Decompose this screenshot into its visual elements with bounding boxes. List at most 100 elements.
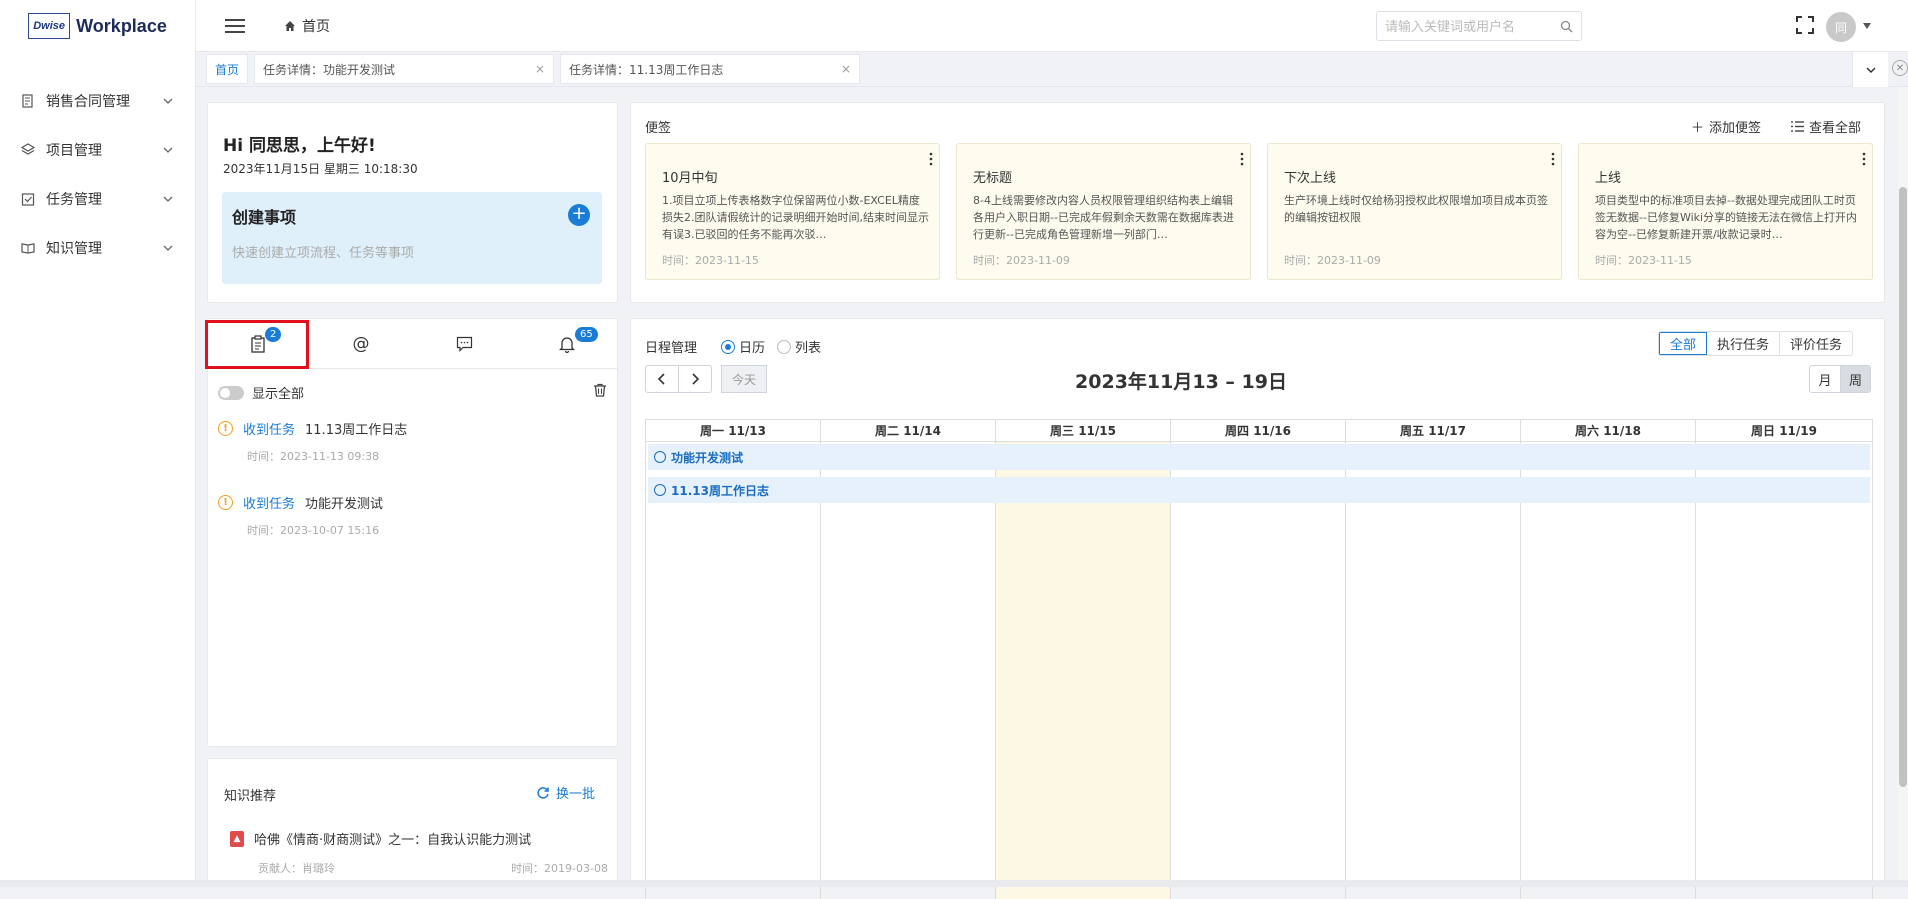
show-all-toggle[interactable] xyxy=(218,385,244,400)
tab-task-feature-test[interactable]: 任务详情：功能开发测试 × xyxy=(254,54,555,84)
day-column[interactable] xyxy=(646,442,821,899)
tab-home[interactable]: 首页 xyxy=(206,54,249,84)
filter-execute-tasks[interactable]: 执行任务 xyxy=(1707,332,1781,355)
caret-down-icon[interactable] xyxy=(1862,22,1872,30)
breadcrumb-label: 首页 xyxy=(302,18,330,35)
message-time: 时间：2023-10-07 15:16 xyxy=(247,524,380,537)
scrollbar-thumb[interactable] xyxy=(1899,187,1907,787)
bottom-edge xyxy=(0,880,1908,887)
sidebar-item-label: 知识管理 xyxy=(46,240,102,257)
day-header: 周日 11/19 xyxy=(1696,420,1872,442)
range-week-button[interactable]: 周 xyxy=(1840,366,1870,392)
search-box[interactable] xyxy=(1376,11,1582,41)
today-button[interactable]: 今天 xyxy=(721,365,767,393)
day-header: 周五 11/17 xyxy=(1346,420,1521,442)
filter-all[interactable]: 全部 xyxy=(1659,332,1708,355)
warning-icon: ! xyxy=(218,421,233,436)
message-type-link[interactable]: 收到任务 xyxy=(243,419,295,438)
sidebar-item-task[interactable]: 任务管理 xyxy=(0,174,195,223)
note-time: 时间：2023-11-09 xyxy=(973,254,1070,267)
breadcrumb[interactable]: 首页 xyxy=(284,16,330,36)
tab-label: 首页 xyxy=(215,62,240,77)
greeting-date: 2023年11月15日 星期三 10:18:30 xyxy=(223,162,418,176)
tab-task-weekly-log[interactable]: 任务详情：11.13周工作日志 × xyxy=(560,54,861,84)
more-vertical-icon[interactable] xyxy=(1551,152,1555,166)
sidebar-item-sales-contract[interactable]: 销售合同管理 xyxy=(0,76,195,125)
chevron-down-icon xyxy=(163,196,173,202)
app-logo[interactable]: Dwise Workplace xyxy=(0,0,195,52)
knowledge-heading: 知识推荐 xyxy=(224,789,277,804)
filter-evaluate-tasks[interactable]: 评价任务 xyxy=(1780,332,1852,355)
sidebar-item-label: 项目管理 xyxy=(46,142,102,159)
radio-unselected-icon xyxy=(777,339,791,354)
day-column-today[interactable] xyxy=(996,442,1171,899)
add-note-button[interactable]: ＋ 添加便签 xyxy=(1691,117,1761,136)
view-all-label: 查看全部 xyxy=(1809,121,1862,136)
knowledge-item[interactable]: ▲ 哈佛《情商·财商测试》之一：自我认识能力测试 xyxy=(230,829,531,848)
day-column[interactable] xyxy=(1521,442,1696,899)
day-header: 周四 11/16 xyxy=(1171,420,1346,442)
close-icon[interactable]: × xyxy=(535,62,545,76)
radio-label: 列表 xyxy=(795,341,822,356)
day-header: 周二 11/14 xyxy=(821,420,996,442)
fullscreen-icon[interactable] xyxy=(1796,16,1814,34)
range-month-button[interactable]: 月 xyxy=(1810,366,1840,392)
schedule-card: 日程管理 日历 列表 全部 执行任务 评价任务 今天 2023年11月13 – … xyxy=(630,318,1885,899)
create-item-panel[interactable]: 创建事项 快速创建立项流程、任务等事项 + xyxy=(222,192,602,284)
calendar-event[interactable]: 功能开发测试 xyxy=(648,444,1870,470)
greeting-card: Hi 同思思，上午好! 2023年11月15日 星期三 10:18:30 创建事… xyxy=(207,102,618,303)
page-scrollbar[interactable] xyxy=(1898,87,1908,887)
highlight-box xyxy=(205,320,309,369)
note-card[interactable]: 10月中旬 1.项目立项上传表格数字位保留两位小数-EXCEL精度损失2.团队请… xyxy=(645,143,940,280)
note-body: 8-4上线需要修改内容人员权限管理组织结构表上编辑各用户入职日期--已完成年假剩… xyxy=(973,194,1234,241)
more-vertical-icon[interactable] xyxy=(1862,152,1866,166)
add-item-button[interactable]: + xyxy=(568,204,590,226)
note-body: 生产环境上线时仅给杨羽授权此权限增加项目成本页签的编辑按钮权限 xyxy=(1284,194,1548,224)
day-column[interactable] xyxy=(1696,442,1872,899)
greeting-title: Hi 同思思，上午好! xyxy=(223,136,376,156)
create-item-title: 创建事项 xyxy=(232,208,297,227)
message-type-link[interactable]: 收到任务 xyxy=(243,493,295,512)
day-column[interactable] xyxy=(1346,442,1521,899)
close-all-tabs-icon[interactable]: ✕ xyxy=(1892,60,1908,76)
more-vertical-icon[interactable] xyxy=(1240,152,1244,166)
search-icon[interactable] xyxy=(1560,20,1573,33)
tabs-dropdown[interactable] xyxy=(1852,52,1888,87)
radio-label: 日历 xyxy=(739,341,766,356)
sidebar-item-project[interactable]: 项目管理 xyxy=(0,125,195,174)
note-card[interactable]: 下次上线 生产环境上线时仅给杨羽授权此权限增加项目成本页签的编辑按钮权限 时间：… xyxy=(1267,143,1562,280)
trash-icon[interactable] xyxy=(593,383,607,397)
list-item[interactable]: ! 收到任务 11.13周工作日志 时间：2023-11-13 09:38 xyxy=(218,419,608,464)
close-icon[interactable]: × xyxy=(841,62,851,76)
search-input[interactable] xyxy=(1385,18,1560,34)
message-title: 11.13周工作日志 xyxy=(305,423,408,438)
note-card[interactable]: 无标题 8-4上线需要修改内容人员权限管理组织结构表上编辑各用户入职日期--已完… xyxy=(956,143,1251,280)
chevron-down-icon xyxy=(1865,66,1876,73)
contract-icon xyxy=(20,93,36,109)
sidebar-item-knowledge[interactable]: 知识管理 xyxy=(0,223,195,272)
tab-comments[interactable] xyxy=(414,319,514,369)
day-column[interactable] xyxy=(1171,442,1346,899)
avatar[interactable]: 同 xyxy=(1826,12,1856,42)
note-title: 无标题 xyxy=(973,171,1013,186)
view-all-notes-button[interactable]: 查看全部 xyxy=(1791,117,1861,136)
list-item[interactable]: ! 收到任务 功能开发测试 时间：2023-10-07 15:16 xyxy=(218,493,608,538)
calendar-event[interactable]: 11.13周工作日志 xyxy=(648,477,1870,503)
range-toggle-group: 月 周 xyxy=(1809,365,1871,393)
warning-icon: ! xyxy=(218,495,233,510)
view-list-radio[interactable]: 列表 xyxy=(777,337,821,356)
tab-notifications[interactable]: 65 xyxy=(517,319,617,369)
day-column[interactable] xyxy=(821,442,996,899)
note-time: 时间：2023-11-09 xyxy=(1284,254,1381,267)
view-calendar-radio[interactable]: 日历 xyxy=(721,337,765,356)
hamburger-menu-icon[interactable] xyxy=(224,18,246,34)
tab-mentions[interactable]: @ xyxy=(311,319,411,369)
more-vertical-icon[interactable] xyxy=(929,152,933,166)
refresh-button[interactable]: 换一批 xyxy=(536,783,595,802)
prev-week-button[interactable] xyxy=(645,365,679,393)
notification-count-badge: 65 xyxy=(575,327,598,342)
knowledge-contributor: 贡献人：肖璐玲 xyxy=(258,862,335,875)
next-week-button[interactable] xyxy=(678,365,712,393)
note-card[interactable]: 上线 项目类型中的标准项目去掉--数据处理完成团队工时页签无数据--已修复Wik… xyxy=(1578,143,1873,280)
knowledge-card: 知识推荐 换一批 ▲ 哈佛《情商·财商测试》之一：自我认识能力测试 贡献人：肖璐… xyxy=(207,758,618,887)
